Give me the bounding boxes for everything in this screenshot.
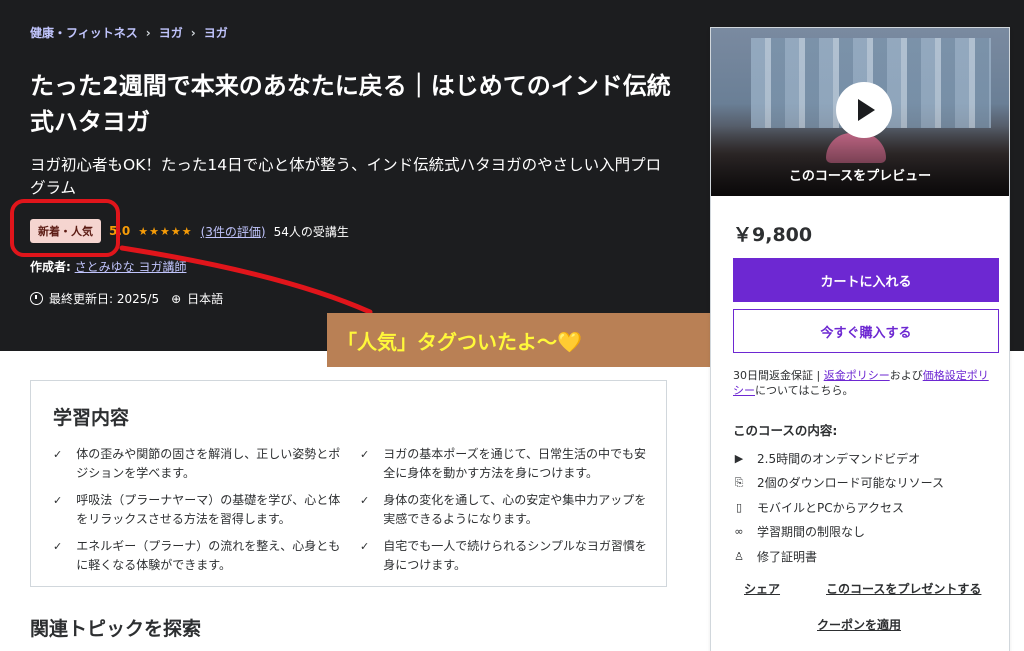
purchase-card: このコースをプレビュー ￥9,800 カートに入れる 今すぐ購入する 30日間返… [710,27,1010,651]
infinity-icon: ∞ [734,525,744,539]
learn-item: ✓ 呼吸法（プラーナヤーマ）の基礎を学び、心と体をリラックスさせる方法を習得します… [53,491,348,533]
includes-item: ▶ 2.5時間のオンデマンドビデオ [733,446,944,471]
learn-item-text: 身体の変化を通して、心の安定や集中力アップを実感できるようになります。 [383,493,647,526]
add-to-cart-button[interactable]: カートに入れる [733,258,999,302]
includes-text: 学習期間の制限なし [757,525,866,540]
includes-title: このコースの内容: [733,423,838,438]
chevron-right-icon: › [145,25,151,40]
buy-now-button[interactable]: 今すぐ購入する [733,309,999,353]
gift-course-button[interactable]: このコースをプレゼントする [826,580,981,597]
price: ￥9,800 [733,224,813,246]
check-icon: ✓ [360,494,370,507]
learn-list: ✓ 体の歪みや関節の固さを解消し、正しい姿勢とポジションを学べます。 ✓ ヨガの基本… [53,445,653,579]
author-label: 作成者: [30,260,71,274]
play-icon[interactable] [836,82,892,138]
chevron-right-icon: › [190,25,196,40]
what-you-learn: 学習内容 ✓ 体の歪みや関節の固さを解消し、正しい姿勢とポジションを学べます。 ✓… [30,380,667,587]
student-count: 54人の受講生 [273,224,349,239]
annotation-line [119,245,373,315]
video-icon: ▶ [734,451,744,465]
includes-item: ♙ 修了証明書 [733,544,944,569]
trophy-icon: ♙ [734,549,744,563]
learn-item-text: 体の歪みや関節の固さを解消し、正しい姿勢とポジションを学べます。 [76,447,341,480]
alert-icon [30,292,43,305]
annotation-callout: 「人気」タグついたよ〜💛 [327,313,715,367]
refund-policy-link[interactable]: 返金ポリシー [824,369,890,382]
check-icon: ✓ [360,448,370,461]
card-actions: シェア このコースをプレゼントする [744,580,981,597]
breadcrumb-item[interactable]: 健康・フィットネス [30,24,138,41]
includes-item: ▯ モバイルとPCからアクセス [733,495,944,520]
reviews-link[interactable]: (3件の評価) [201,223,266,240]
annotation-circle [10,199,120,257]
course-subtitle: ヨガ初心者もOK！たった14日で心と体が整う、インド伝統式ハタヨガのやさしい入門… [30,156,662,197]
includes-text: 2個のダウンロード可能なリソース [757,476,945,491]
star-icons: ★★★★★ [138,224,193,238]
includes-text: 2.5時間のオンデマンドビデオ [757,451,921,466]
share-button[interactable]: シェア [744,580,780,597]
check-icon: ✓ [360,540,370,553]
learn-item: ✓ エネルギー（プラーナ）の流れを整え、心身ともに軽くなる体験ができます。 [53,537,348,579]
learn-item-text: 自宅でも一人で続けられるシンプルなヨガ習慣を身につけます。 [383,539,647,572]
check-icon: ✓ [53,494,63,507]
course-preview[interactable]: このコースをプレビュー [711,28,1009,196]
guarantee-label: 30日間返金保証 | [733,369,824,382]
guarantee-conjunction: および [889,369,923,382]
learn-item-text: 呼吸法（プラーナヤーマ）の基礎を学び、心と体をリラックスさせる方法を習得します。 [76,493,341,526]
course-title: たった2週間で本来のあなたに戻る｜はじめてのインド伝統式ハタヨガ [30,72,671,136]
includes-item: ⎘ 2個のダウンロード可能なリソース [733,471,944,496]
includes-item: ∞ 学習期間の制限なし [733,520,944,545]
includes-text: 修了証明書 [757,549,818,564]
check-icon: ✓ [53,540,63,553]
check-icon: ✓ [53,448,63,461]
learn-item: ✓ 体の歪みや関節の固さを解消し、正しい姿勢とポジションを学べます。 [53,445,348,487]
topics-title: 関連トピックを探索 [30,618,202,640]
learn-item-text: エネルギー（プラーナ）の流れを整え、心身ともに軽くなる体験ができます。 [76,539,341,572]
includes-text: モバイルとPCからアクセス [757,500,905,515]
breadcrumb-item[interactable]: ヨガ [159,24,183,41]
learn-item: ✓ ヨガの基本ポーズを通じて、日常生活の中でも安全に身体を動かす方法を身につけます… [360,445,655,487]
learn-item-text: ヨガの基本ポーズを通じて、日常生活の中でも安全に身体を動かす方法を身につけます。 [383,447,647,480]
guarantee-suffix: についてはこちら。 [755,384,854,397]
includes-list: ▶ 2.5時間のオンデマンドビデオ ⎘ 2個のダウンロード可能なリソース ▯ モバイル… [733,446,944,569]
preview-label: このコースをプレビュー [788,169,932,184]
breadcrumb-item[interactable]: ヨガ [204,24,228,41]
file-icon: ⎘ [734,475,744,489]
apply-coupon-button[interactable]: クーポンを適用 [817,616,901,633]
breadcrumb: 健康・フィットネス › ヨガ › ヨガ [30,24,228,41]
mobile-icon: ▯ [735,500,743,514]
learn-item: ✓ 自宅でも一人で続けられるシンプルなヨガ習慣を身につけます。 [360,537,655,579]
guarantee-text: 30日間返金保証 | 返金ポリシーおよび価格設定ポリシーについてはこちら。 [733,368,999,398]
learn-title: 学習内容 [53,407,130,429]
learn-item: ✓ 身体の変化を通して、心の安定や集中力アップを実感できるようになります。 [360,491,655,533]
